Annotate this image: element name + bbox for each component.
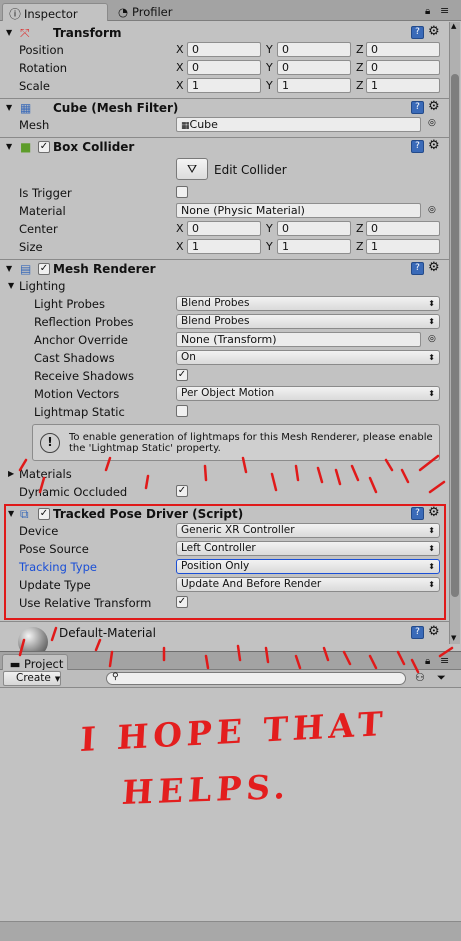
- handwritten-note-line2: HELPS.: [120, 767, 292, 812]
